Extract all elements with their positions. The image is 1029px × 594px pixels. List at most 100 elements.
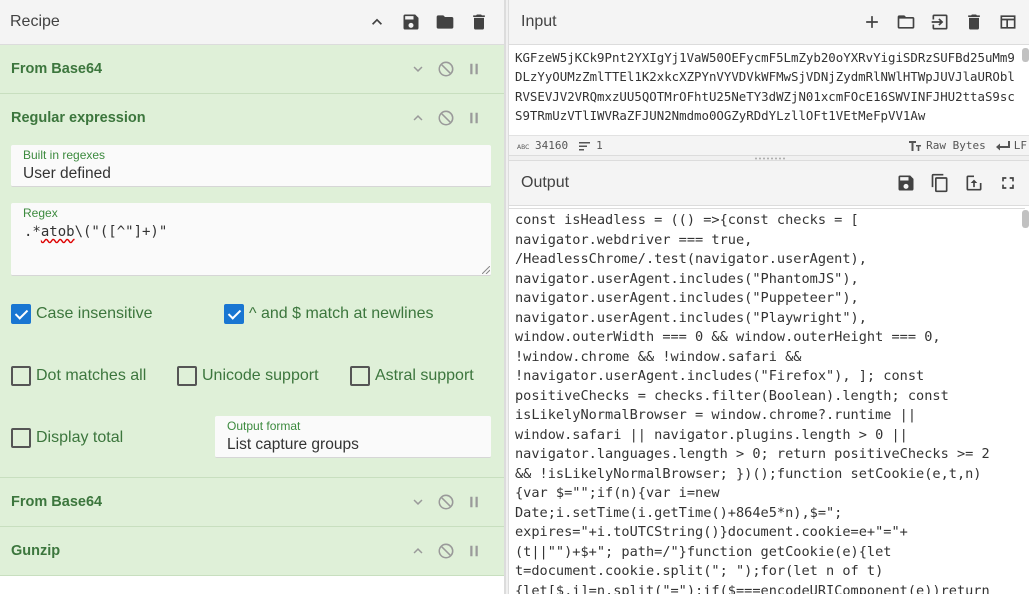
input-header: Input xyxy=(509,0,1029,45)
output-line: expires="+i.toUTCString()}document.cooki… xyxy=(515,524,908,540)
output-line: {var $="";if(n){var i=new xyxy=(515,485,720,501)
chevron-up-icon[interactable] xyxy=(404,104,432,132)
save-output-icon[interactable] xyxy=(889,166,923,200)
load-recipe-folder-icon[interactable] xyxy=(428,5,462,39)
checkbox-unchecked[interactable] xyxy=(11,428,31,448)
output-line: navigator.userAgent.includes("Playwright… xyxy=(515,309,867,326)
output-line: isLikelyNormalBrowser = window.chrome?.r… xyxy=(515,407,917,423)
output-format-label: Output format xyxy=(227,419,301,433)
output-line: {let[$,i]=n.split("=");if($===encodeURIC… xyxy=(515,582,990,594)
recipe-header: Recipe xyxy=(0,0,504,45)
abc-icon: ABC xyxy=(517,144,529,151)
operation-name: From Base64 xyxy=(11,61,103,77)
pause-icon[interactable] xyxy=(460,55,488,83)
unicode-support-checkbox[interactable]: Unicode support xyxy=(177,366,319,386)
output-line: !window.chrome && !window.safari && xyxy=(515,348,802,365)
disable-icon[interactable] xyxy=(432,104,460,132)
output-line: navigator.webdriver === true, xyxy=(515,231,753,248)
disable-icon[interactable] xyxy=(432,537,460,565)
output-line: window.safari || navigator.plugins.lengt… xyxy=(515,426,908,443)
return-arrow-icon xyxy=(995,140,1010,150)
chevron-down-icon[interactable] xyxy=(404,488,432,516)
output-textarea[interactable]: const isHeadless = (() =>{const checks =… xyxy=(509,208,1025,594)
input-scrollbar[interactable] xyxy=(1022,48,1029,62)
output-line: navigator.userAgent.includes("Puppeteer"… xyxy=(515,290,859,306)
clear-input-trash-icon[interactable] xyxy=(957,5,991,39)
disable-icon[interactable] xyxy=(432,55,460,83)
output-line: t=document.cookie.split("; ");for(let n … xyxy=(515,563,884,579)
recipe-title: Recipe xyxy=(10,13,60,30)
fullscreen-icon[interactable] xyxy=(991,166,1025,200)
open-folder-icon[interactable] xyxy=(889,5,923,39)
output-line: navigator.userAgent.includes("PhantomJS"… xyxy=(515,270,859,287)
input-status-bar: ABC 34160 1 Raw Bytes LF xyxy=(509,135,1029,155)
layout-icon[interactable] xyxy=(991,5,1025,39)
collapse-up-icon[interactable] xyxy=(360,5,394,39)
checkbox-unchecked[interactable] xyxy=(350,366,370,386)
output-title: Output xyxy=(521,174,570,191)
dot-matches-all-checkbox[interactable]: Dot matches all xyxy=(11,366,146,386)
display-total-checkbox[interactable]: Display total xyxy=(11,428,123,448)
output-line: /HeadlessChrome/.test(navigator.userAgen… xyxy=(515,251,867,267)
checkbox-label: Dot matches all xyxy=(36,367,147,384)
multiline-checkbox[interactable]: ^ and $ match at newlines xyxy=(224,304,434,324)
spellcheck-word: atob xyxy=(40,224,75,240)
checkbox-label: Display total xyxy=(36,429,124,446)
builtin-regexes-value: User defined xyxy=(23,165,111,182)
operation-name: Gunzip xyxy=(11,543,61,559)
copy-output-icon[interactable] xyxy=(923,166,957,200)
operation-name: Regular expression xyxy=(11,110,146,126)
text-format-icon xyxy=(909,140,922,151)
output-line: const isHeadless = (() =>{const checks =… xyxy=(515,212,859,228)
output-line: && !isLikelyNormalBrowser; })();function… xyxy=(515,465,982,482)
chevron-up-icon[interactable] xyxy=(404,537,432,565)
pause-icon[interactable] xyxy=(460,488,488,516)
output-line: positiveChecks = checks.filter(Boolean).… xyxy=(515,387,949,404)
output-line: Date;i.setTime(i.getTime()+864e5*n),$="; xyxy=(515,504,843,521)
chevron-down-icon[interactable] xyxy=(404,55,432,83)
operation-from-base64[interactable]: From Base64 xyxy=(0,45,504,94)
regex-textarea[interactable]: Regex .*atob\("([^"]+)" xyxy=(11,203,491,276)
input-textarea[interactable]: KGFzeW5jKCk9Pnt2YXIgYj1VaW50OEFycmF5LmZy… xyxy=(509,46,1025,134)
output-format-value: List capture groups xyxy=(227,436,359,453)
resize-grip-icon[interactable] xyxy=(482,266,490,274)
line-ending-selector[interactable]: LF xyxy=(995,139,1027,152)
clear-recipe-trash-icon[interactable] xyxy=(462,5,496,39)
checkbox-label: Astral support xyxy=(375,367,474,384)
line-count: 1 xyxy=(578,139,603,152)
astral-support-checkbox[interactable]: Astral support xyxy=(350,366,474,386)
checkbox-label: ^ and $ match at newlines xyxy=(249,305,434,322)
checkbox-unchecked[interactable] xyxy=(11,366,31,386)
output-line: (t||"")+$+"; path=/"}function getCookie(… xyxy=(515,543,892,560)
replace-input-icon[interactable] xyxy=(957,166,991,200)
checkbox-checked[interactable] xyxy=(224,304,244,324)
output-line: navigator.languages.length > 0; return p… xyxy=(515,446,990,462)
output-format-select[interactable]: Output format List capture groups xyxy=(215,416,491,458)
checkbox-label: Case insensitive xyxy=(36,305,153,322)
operation-regular-expression[interactable]: Regular expression Built in regexes User… xyxy=(0,94,504,478)
pause-icon[interactable] xyxy=(460,104,488,132)
svg-text:ABC: ABC xyxy=(517,144,529,151)
regex-label: Regex xyxy=(23,206,58,220)
builtin-regexes-select[interactable]: Built in regexes User defined xyxy=(11,145,491,187)
open-file-input-icon[interactable] xyxy=(923,5,957,39)
operation-name: From Base64 xyxy=(11,494,103,510)
encoding-selector[interactable]: Raw Bytes xyxy=(908,139,986,152)
output-scrollbar[interactable] xyxy=(1022,210,1029,228)
operation-from-base64-2[interactable]: From Base64 xyxy=(0,478,504,527)
checkbox-label: Unicode support xyxy=(202,367,319,384)
io-pane: Input KGFzeW5jKCk9Pnt2YXIgYj1VaW50OEFycm… xyxy=(509,0,1029,594)
pause-icon[interactable] xyxy=(460,537,488,565)
recipe-pane: Recipe From Base64 Regular expression Bu… xyxy=(0,0,505,594)
disable-icon[interactable] xyxy=(432,488,460,516)
builtin-regexes-label: Built in regexes xyxy=(23,148,106,162)
checkbox-unchecked[interactable] xyxy=(177,366,197,386)
save-recipe-icon[interactable] xyxy=(394,5,428,39)
operation-gunzip[interactable]: Gunzip xyxy=(0,527,504,576)
lines-icon xyxy=(579,141,591,150)
case-insensitive-checkbox[interactable]: Case insensitive xyxy=(11,304,153,324)
output-line: !navigator.userAgent.includes("Firefox")… xyxy=(515,368,925,384)
add-tab-plus-icon[interactable] xyxy=(855,5,889,39)
checkbox-checked[interactable] xyxy=(11,304,31,324)
output-line: window.outerWidth === 0 && window.outerH… xyxy=(515,329,941,345)
